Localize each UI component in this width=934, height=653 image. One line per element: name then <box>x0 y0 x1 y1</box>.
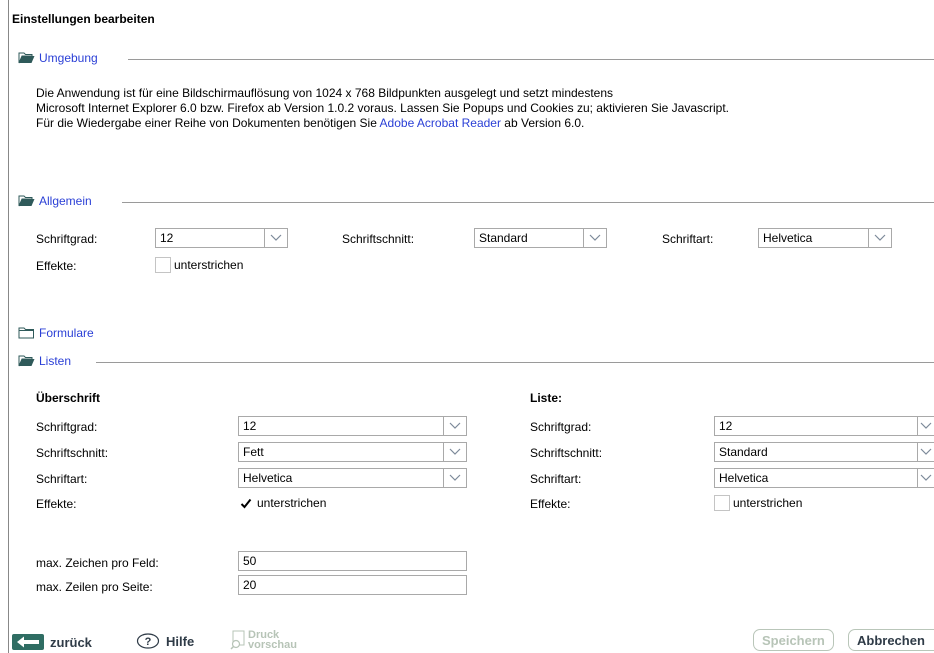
allgemein-schriftschnitt-select[interactable]: Standard <box>474 228 607 248</box>
section-allgemein[interactable]: Allgemein <box>18 194 92 208</box>
allgemein-schriftart-value: Helvetica <box>758 228 868 248</box>
allgemein-schriftgrad-value: 12 <box>155 228 264 248</box>
ueberschrift-schriftgrad-select[interactable]: 12 <box>238 416 467 436</box>
allgemein-schriftart-select[interactable]: Helvetica <box>758 228 892 248</box>
ueberschrift-unterstrichen-checkbox[interactable]: unterstrichen <box>238 495 326 511</box>
back-button[interactable]: zurück <box>12 634 92 650</box>
ueberschrift-schriftart-value: Helvetica <box>238 468 443 488</box>
allgemein-schriftgrad-label: Schriftgrad: <box>36 232 98 246</box>
liste-schriftgrad-select[interactable]: 12 <box>714 416 934 436</box>
checkbox-box[interactable] <box>155 257 171 273</box>
liste-schriftart-label: Schriftart: <box>530 472 582 486</box>
help-button-label: Hilfe <box>166 633 195 649</box>
folder-open-icon <box>18 195 35 207</box>
liste-schriftart-value: Helvetica <box>714 468 918 488</box>
liste-effekte-label: Effekte: <box>530 497 571 511</box>
section-divider <box>128 59 934 60</box>
liste-schriftschnitt-label: Schriftschnitt: <box>530 446 603 460</box>
allgemein-schriftschnitt-label: Schriftschnitt: <box>342 232 415 246</box>
ueberschrift-heading: Überschrift <box>36 391 101 405</box>
checkbox-box[interactable] <box>714 495 730 511</box>
help-button[interactable]: ? Hilfe <box>136 633 194 649</box>
allgemein-schriftart-label: Schriftart: <box>662 232 714 246</box>
back-button-label: zurück <box>50 634 92 650</box>
liste-schriftschnitt-value: Standard <box>714 442 918 462</box>
chevron-down-icon[interactable] <box>918 442 934 462</box>
section-allgemein-label: Allgemein <box>39 194 92 208</box>
chevron-down-icon[interactable] <box>264 228 288 248</box>
section-listen[interactable]: Listen <box>18 354 71 368</box>
ueberschrift-unterstrichen-label: unterstrichen <box>257 496 327 510</box>
print-preview-button[interactable]: Druck vorschau <box>230 630 297 651</box>
ueberschrift-effekte-label: Effekte: <box>36 497 77 511</box>
ueberschrift-schriftgrad-label: Schriftgrad: <box>36 420 98 434</box>
liste-schriftart-select[interactable]: Helvetica <box>714 468 934 488</box>
ueberschrift-schriftschnitt-label: Schriftschnitt: <box>36 446 109 460</box>
print-preview-label: Druck vorschau <box>248 630 297 651</box>
section-formulare[interactable]: Formulare <box>18 326 94 340</box>
ueberschrift-schriftgrad-value: 12 <box>238 416 443 436</box>
checkmark-icon <box>240 498 252 508</box>
max-zeilen-input[interactable]: 20 <box>238 575 467 595</box>
ueberschrift-schriftart-select[interactable]: Helvetica <box>238 468 467 488</box>
section-umgebung[interactable]: Umgebung <box>18 51 98 65</box>
section-formulare-label: Formulare <box>39 326 94 340</box>
help-icon: ? <box>136 633 160 649</box>
acrobat-reader-link[interactable]: Adobe Acrobat Reader <box>380 116 501 130</box>
liste-heading: Liste: <box>530 391 563 405</box>
liste-schriftgrad-value: 12 <box>714 416 918 436</box>
umgebung-text-line3-pre: Für die Wiedergabe einer Reihe von Dokum… <box>36 116 380 130</box>
back-arrow-icon <box>12 634 44 650</box>
allgemein-unterstrichen-checkbox[interactable]: unterstrichen <box>155 257 243 273</box>
chevron-down-icon[interactable] <box>918 416 934 436</box>
liste-unterstrichen-label: unterstrichen <box>733 496 803 510</box>
liste-schriftgrad-label: Schriftgrad: <box>530 420 592 434</box>
max-zeilen-label: max. Zeilen pro Seite: <box>36 580 153 594</box>
page-title: Einstellungen bearbeiten <box>12 12 155 26</box>
chevron-down-icon[interactable] <box>868 228 892 248</box>
liste-unterstrichen-checkbox[interactable]: unterstrichen <box>714 495 802 511</box>
print-preview-label-line2: vorschau <box>248 639 297 651</box>
section-divider <box>96 362 934 363</box>
ueberschrift-schriftschnitt-value: Fett <box>238 442 443 462</box>
section-umgebung-label: Umgebung <box>39 51 98 65</box>
umgebung-text-line3-post: ab Version 6.0. <box>500 116 585 130</box>
max-zeichen-label: max. Zeichen pro Feld: <box>36 556 159 570</box>
chevron-down-icon[interactable] <box>443 416 467 436</box>
section-listen-label: Listen <box>39 354 72 368</box>
allgemein-effekte-label: Effekte: <box>36 259 77 273</box>
folder-open-icon <box>18 355 35 367</box>
checkbox-box[interactable] <box>238 495 254 511</box>
svg-text:?: ? <box>145 636 152 648</box>
chevron-down-icon[interactable] <box>918 468 934 488</box>
chevron-down-icon[interactable] <box>583 228 607 248</box>
allgemein-schriftschnitt-value: Standard <box>474 228 583 248</box>
folder-open-icon <box>18 52 35 64</box>
save-button[interactable]: Speichern <box>753 629 834 651</box>
umgebung-text: Die Anwendung ist für eine Bildschirmauf… <box>36 86 729 131</box>
liste-schriftschnitt-select[interactable]: Standard <box>714 442 934 462</box>
max-zeichen-input[interactable]: 50 <box>238 551 467 571</box>
section-divider <box>122 202 934 203</box>
umgebung-text-line1: Die Anwendung ist für eine Bildschirmauf… <box>36 86 614 100</box>
cancel-button[interactable]: Abbrechen <box>848 629 934 651</box>
print-preview-icon <box>230 630 245 650</box>
chevron-down-icon[interactable] <box>443 468 467 488</box>
ueberschrift-schriftart-label: Schriftart: <box>36 472 88 486</box>
allgemein-schriftgrad-select[interactable]: 12 <box>155 228 288 248</box>
umgebung-text-line3: Für die Wiedergabe einer Reihe von Dokum… <box>36 116 729 131</box>
folder-icon <box>18 327 34 339</box>
chevron-down-icon[interactable] <box>443 442 467 462</box>
ueberschrift-schriftschnitt-select[interactable]: Fett <box>238 442 467 462</box>
umgebung-text-line2: Microsoft Internet Explorer 6.0 bzw. Fir… <box>36 101 730 115</box>
allgemein-unterstrichen-label: unterstrichen <box>174 258 244 272</box>
